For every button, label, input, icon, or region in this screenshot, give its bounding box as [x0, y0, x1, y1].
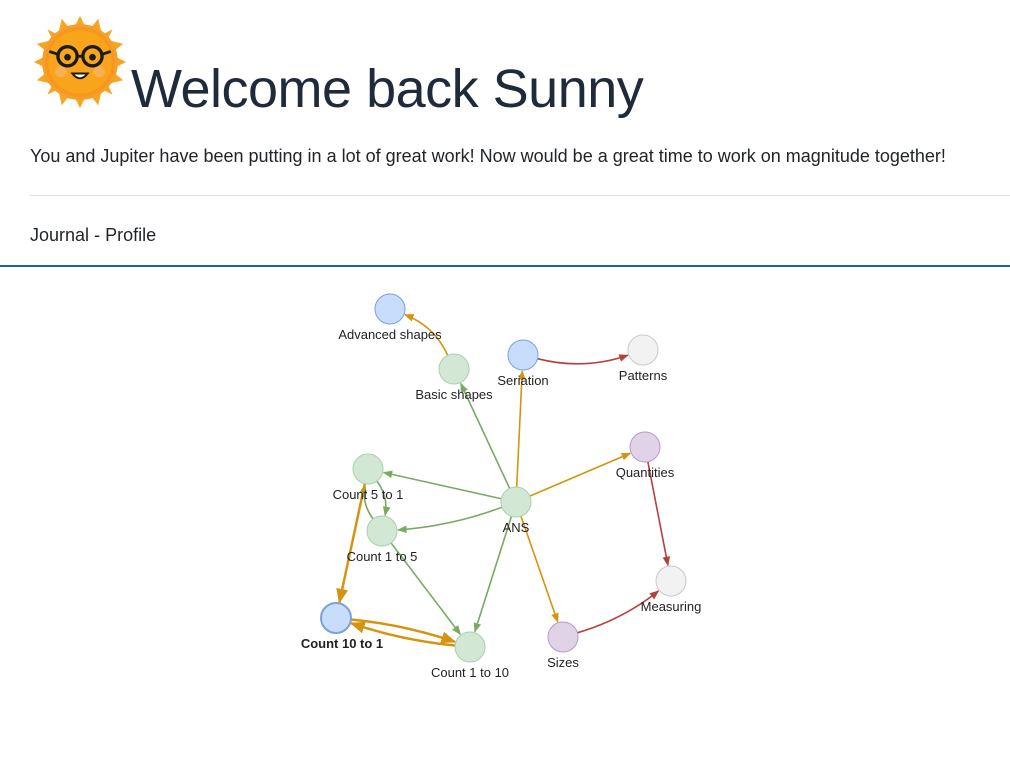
edge-ans-to-seriation [515, 370, 526, 488]
node-count-1-to-10-label: Count 1 to 10 [431, 665, 509, 680]
node-basic-shapes[interactable]: Basic shapes [415, 353, 493, 402]
node-count-5-to-1-circle[interactable] [352, 453, 384, 485]
node-patterns-label: Patterns [619, 368, 668, 383]
section-divider [0, 265, 1010, 267]
divider [30, 195, 1010, 196]
node-patterns[interactable]: Patterns [619, 334, 668, 383]
graph-nodes: Advanced shapes Basic shapes Seriation Patt… [301, 293, 702, 680]
node-count-1-to-5-label: Count 1 to 5 [347, 549, 418, 564]
node-sizes-circle[interactable] [547, 621, 579, 653]
node-seriation-circle[interactable] [507, 339, 539, 371]
encouragement-message: You and Jupiter have been putting in a l… [30, 146, 946, 166]
node-ans-circle[interactable] [500, 486, 532, 518]
node-ans[interactable]: ANS [500, 486, 532, 535]
node-measuring[interactable]: Measuring [641, 565, 702, 614]
breadcrumb: Journal - Profile [30, 225, 156, 246]
edge-seriation-to-patterns [537, 354, 629, 365]
page-title: Welcome back Sunny [131, 59, 644, 119]
node-count-1-to-10-circle[interactable] [454, 631, 486, 663]
profile-link[interactable]: Profile [105, 225, 156, 245]
skill-graph[interactable]: Advanced shapes Basic shapes Seriation Patt… [0, 268, 1010, 748]
node-measuring-circle[interactable] [655, 565, 687, 597]
page-header: Welcome back Sunny [30, 12, 990, 122]
node-count-1-to-5-circle[interactable] [366, 515, 398, 547]
edge-ans-to-count-1-to-5 [397, 506, 503, 534]
node-sizes-label: Sizes [547, 655, 579, 670]
node-seriation-label: Seriation [497, 373, 548, 388]
node-seriation[interactable]: Seriation [497, 339, 549, 388]
breadcrumb-separator: - [94, 225, 101, 245]
sun-with-glasses-icon [33, 15, 127, 109]
node-quantities-label: Quantities [616, 465, 675, 480]
node-patterns-circle[interactable] [627, 334, 659, 366]
node-basic-shapes-label: Basic shapes [415, 387, 493, 402]
journal-link[interactable]: Journal [30, 225, 89, 245]
node-advanced-shapes-circle[interactable] [374, 293, 406, 325]
node-count-5-to-1-label: Count 5 to 1 [333, 487, 404, 502]
node-count-10-to-1[interactable]: Count 10 to 1 [301, 602, 383, 651]
node-advanced-shapes[interactable]: Advanced shapes [338, 293, 442, 342]
node-quantities-circle[interactable] [629, 431, 661, 463]
node-count-10-to-1-circle[interactable] [320, 602, 352, 634]
graph-edges [336, 313, 671, 647]
node-basic-shapes-circle[interactable] [438, 353, 470, 385]
node-measuring-label: Measuring [641, 599, 702, 614]
node-sizes[interactable]: Sizes [547, 621, 579, 670]
node-count-10-to-1-label: Count 10 to 1 [301, 636, 383, 651]
node-count-5-to-1[interactable]: Count 5 to 1 [333, 453, 404, 502]
node-ans-label: ANS [503, 520, 530, 535]
node-count-1-to-10[interactable]: Count 1 to 10 [431, 631, 509, 680]
node-advanced-shapes-label: Advanced shapes [338, 327, 442, 342]
